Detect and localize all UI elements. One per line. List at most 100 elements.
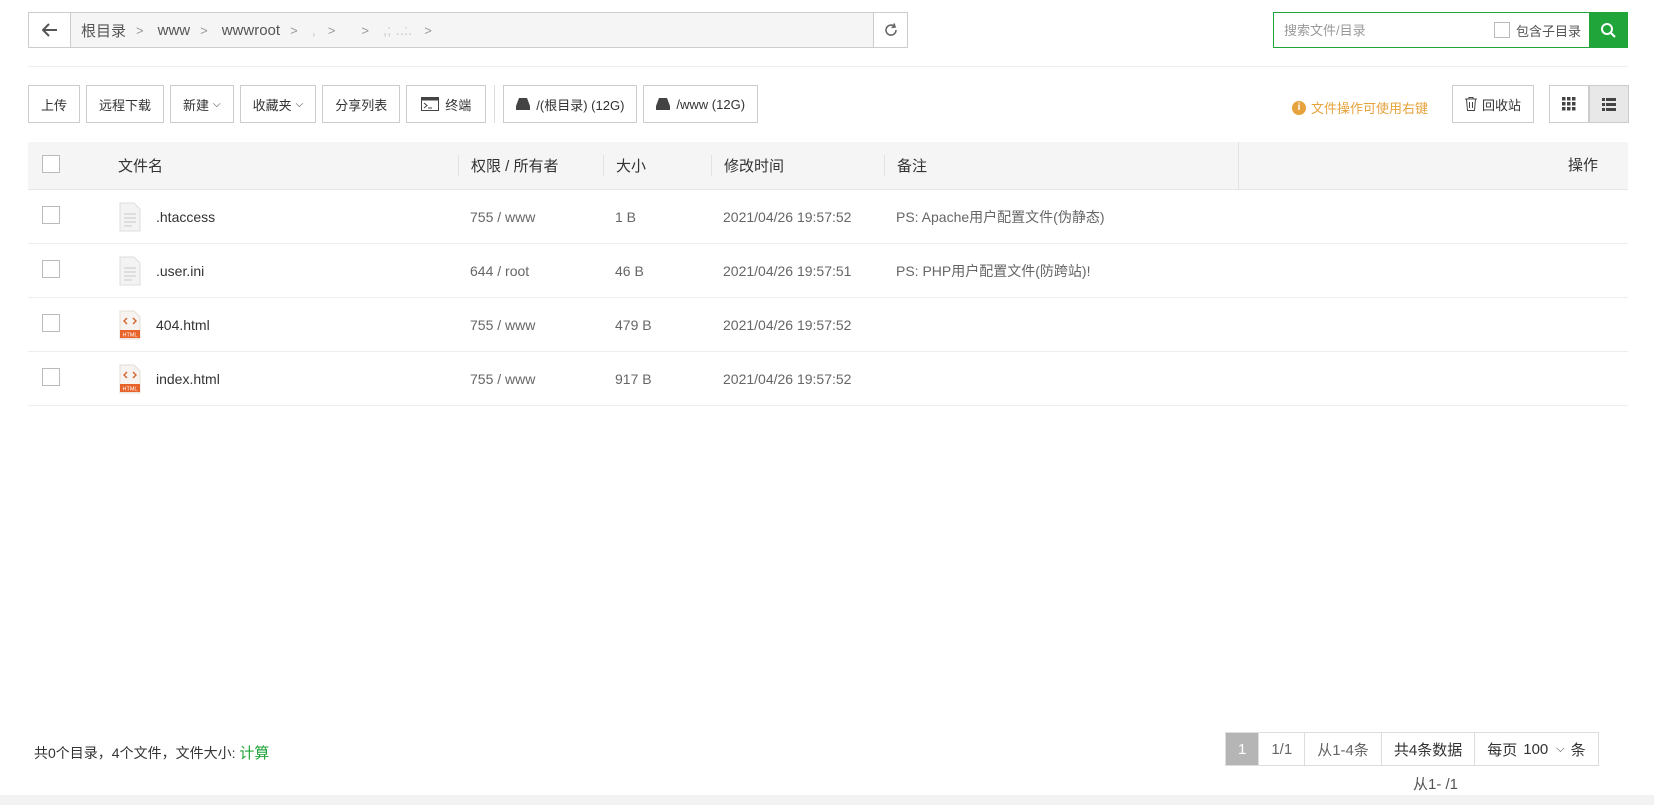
chevron-right-icon: > [290,22,298,38]
per-page-unit: 条 [1570,741,1586,759]
header-size[interactable]: 大小 [603,155,711,176]
chevron-down-icon: ⌵ [295,98,304,110]
disk-www-label: /www (12G) [676,96,746,112]
per-page-select[interactable]: 100 ⌵ [1523,741,1564,758]
include-subdir-label: 包含子目录 [1515,23,1581,39]
page-total: 1/1 [1259,733,1306,765]
per-page-value: 100 [1523,740,1549,758]
file-perm[interactable]: 755 / www [458,371,603,387]
favorites-label: 收藏夹 [252,97,292,113]
per-page: 每页 100 ⌵ 条 [1475,733,1597,765]
refresh-icon [884,23,897,36]
crumb-wwwroot[interactable]: wwwroot [222,22,280,39]
disk-icon [516,98,531,110]
file-name[interactable]: .htaccess [156,209,215,225]
file-name[interactable]: index.html [156,371,220,387]
table-row[interactable]: HTML index.html 755 / www 917 B 2021/04/… [28,352,1628,406]
header-name[interactable]: 文件名 [88,155,458,176]
disk-www-button[interactable]: /www (12G) [643,85,759,123]
file-table: 文件名 权限 / 所有者 大小 修改时间 备注 操作 .htaccess 755… [28,141,1628,406]
svg-text:HTML: HTML [123,386,138,392]
toolbar: 上传 远程下载 新建 ⌵ 收藏夹 ⌵ 分享列表 终端 /(根目录) (12G) /w… [28,85,764,123]
page-range-secondary: 从1- /1 [1413,776,1459,793]
share-list-button[interactable]: 分享列表 [322,85,401,123]
table-header: 文件名 权限 / 所有者 大小 修改时间 备注 操作 [28,141,1628,190]
pagination: 1 1/1 从1-4条 共4条数据 每页 100 ⌵ 条 [1225,732,1599,766]
favorites-button[interactable]: 收藏夹 ⌵ [239,85,317,123]
chevron-right-icon: > [361,22,370,38]
disk-root-button[interactable]: /(根目录) (12G) [503,85,638,123]
header-time[interactable]: 修改时间 [711,155,884,176]
crumb-root[interactable]: 根目录 [81,20,126,41]
file-size: 917 B [615,370,652,387]
chevron-down-icon: ⌵ [1556,742,1565,755]
row-checkbox[interactable] [42,260,60,278]
page-range: 从1-4条 [1305,733,1382,765]
file-time: 2021/04/26 19:57:52 [723,208,852,225]
recycle-label: 回收站 [1482,97,1522,113]
search-box: 包含子目录 [1273,12,1628,48]
file-name[interactable]: 404.html [156,317,210,333]
header-note: 备注 [884,155,1238,176]
bottom-strip [0,795,1654,805]
back-button[interactable] [29,13,71,47]
file-perm[interactable]: 755 / www [458,209,603,225]
page-current[interactable]: 1 [1226,733,1260,765]
remote-download-button[interactable]: 远程下载 [86,85,165,123]
file-perm[interactable]: 755 / www [458,317,603,333]
file-note[interactable]: PS: Apache用户配置文件(伪静态) [884,207,1238,227]
include-subdir-checkbox[interactable]: 包含子目录 [1493,13,1589,47]
file-name[interactable]: .user.ini [156,263,204,279]
header-op: 操作 [1238,141,1628,190]
tip-text: 文件操作可使用右键 [1311,101,1429,116]
crumb-blurred-1[interactable]: , [312,22,316,39]
calculate-link[interactable]: 计算 [239,745,269,762]
file-time: 2021/04/26 19:57:51 [723,262,852,279]
new-button[interactable]: 新建 ⌵ [170,85,234,123]
view-toggle [1549,85,1629,123]
file-summary: 共0个目录，4个文件，文件大小: 计算 [34,742,269,763]
file-size: 479 B [615,316,652,333]
crumb-www[interactable]: www [158,22,191,39]
file-perm[interactable]: 644 / root [458,263,603,279]
html-file-icon: HTML [119,310,141,339]
row-checkbox[interactable] [42,314,60,332]
chevron-down-icon: ⌵ [213,98,221,110]
search-input[interactable] [1274,13,1494,47]
text-file-icon [119,202,141,231]
chevron-right-icon: > [327,22,336,38]
crumb-blurred-3[interactable]: ,; ..:. [383,22,412,39]
table-row[interactable]: HTML 404.html 755 / www 479 B 2021/04/26… [28,298,1628,352]
html-file-icon: HTML [119,364,141,393]
row-checkbox[interactable] [42,368,60,386]
search-button[interactable] [1589,13,1627,47]
file-note[interactable]: PS: PHP用户配置文件(防跨站)! [884,261,1238,281]
select-all-checkbox[interactable] [42,154,60,173]
breadcrumb: 根目录 > www > wwwroot > , > > ,; ..:. > [71,13,873,47]
list-icon [1602,97,1616,111]
total-count: 共4条数据 [1382,733,1476,765]
terminal-button[interactable]: 终端 [406,85,487,123]
arrow-left-icon [41,23,57,37]
text-file-icon [119,256,141,285]
file-time: 2021/04/26 19:57:52 [723,370,852,387]
table-row[interactable]: .user.ini 644 / root 46 B 2021/04/26 19:… [28,244,1628,298]
refresh-button[interactable] [873,13,907,47]
divider [28,66,1628,67]
grid-view-button[interactable] [1549,85,1589,123]
chevron-right-icon: > [136,22,144,38]
list-view-button[interactable] [1589,85,1629,123]
toolbar-divider [494,85,496,123]
upload-button[interactable]: 上传 [28,85,81,123]
per-page-label: 每页 [1487,741,1518,759]
row-checkbox[interactable] [42,206,60,224]
checkbox[interactable] [1493,22,1510,38]
file-size: 46 B [615,262,644,279]
disk-root-label: /(根目录) (12G) [536,97,625,113]
path-bar: 根目录 > www > wwwroot > , > > ,; ..:. > [28,12,908,48]
header-perm[interactable]: 权限 / 所有者 [458,155,603,176]
table-row[interactable]: .htaccess 755 / www 1 B 2021/04/26 19:57… [28,190,1628,244]
info-icon: i [1292,100,1306,115]
chevron-right-icon: > [200,22,208,38]
recycle-bin-button[interactable]: 回收站 [1452,85,1535,123]
